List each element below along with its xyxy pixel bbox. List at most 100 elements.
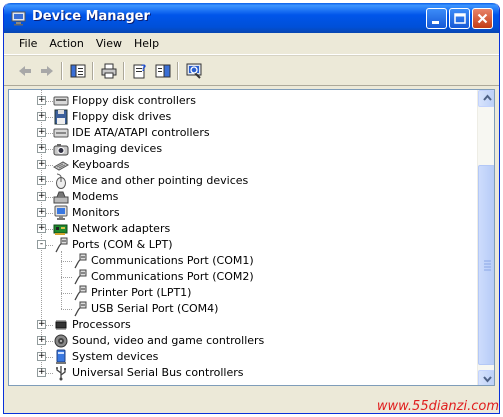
- collapse-toggle[interactable]: -: [37, 240, 46, 249]
- tree-category-row[interactable]: + Floppy disk controllers: [9, 93, 469, 109]
- toolbar-separator: [123, 62, 125, 80]
- tree-category-row[interactable]: + Floppy disk drives: [9, 109, 469, 125]
- tree-device-row[interactable]: Communications Port (COM2): [9, 269, 469, 285]
- vertical-scrollbar[interactable]: [477, 90, 494, 385]
- floppy-drive-icon: [53, 109, 69, 125]
- device-label: Communications Port (COM1): [91, 254, 254, 267]
- minimize-button[interactable]: [426, 8, 447, 29]
- expand-toggle[interactable]: +: [37, 176, 46, 185]
- device-label: Communications Port (COM2): [91, 270, 254, 283]
- expand-toggle[interactable]: +: [37, 320, 46, 329]
- tree-category-row[interactable]: + Universal Serial Bus controllers: [9, 365, 469, 381]
- category-label: Modems: [72, 190, 119, 203]
- port-icon: [72, 301, 88, 317]
- menu-bar: File Action View Help: [4, 33, 499, 55]
- device-manager-window: Device Manager File Action View Help ? +…: [3, 3, 500, 414]
- tree-category-row[interactable]: + Monitors: [9, 205, 469, 221]
- expand-toggle[interactable]: +: [37, 192, 46, 201]
- category-label: Imaging devices: [72, 142, 163, 155]
- show-hide-tree-icon[interactable]: [67, 61, 89, 81]
- scroll-up-button[interactable]: [478, 90, 494, 107]
- title-bar[interactable]: Device Manager: [4, 3, 499, 33]
- window-title: Device Manager: [32, 9, 150, 24]
- expand-toggle[interactable]: +: [37, 160, 46, 169]
- category-label: Monitors: [72, 206, 120, 219]
- expand-toggle[interactable]: +: [37, 336, 46, 345]
- category-label: Processors: [72, 318, 131, 331]
- tree-category-row[interactable]: + Network adapters: [9, 221, 469, 237]
- menu-action[interactable]: Action: [43, 33, 89, 55]
- print-icon[interactable]: [98, 61, 120, 81]
- tree-branch-line: [61, 293, 72, 294]
- category-label: Universal Serial Bus controllers: [72, 366, 244, 379]
- port-icon: [53, 237, 69, 253]
- device-label: USB Serial Port (COM4): [91, 302, 219, 315]
- monitor-icon: [53, 205, 69, 221]
- port-icon: [72, 269, 88, 285]
- back-icon[interactable]: [14, 61, 36, 81]
- tree-category-row[interactable]: + IDE ATA/ATAPI controllers: [9, 125, 469, 141]
- maximize-button[interactable]: [449, 8, 470, 29]
- tree-category-row[interactable]: + Imaging devices: [9, 141, 469, 157]
- scan-hardware-icon[interactable]: [183, 61, 205, 81]
- ide-controller-icon: [53, 125, 69, 141]
- tree-branch-line: [61, 309, 72, 310]
- menu-view[interactable]: View: [90, 33, 128, 55]
- category-label: Keyboards: [72, 158, 130, 171]
- scroll-thumb[interactable]: [478, 165, 494, 365]
- toolbar-separator: [61, 62, 63, 80]
- forward-icon[interactable]: [36, 61, 58, 81]
- toolbar: ?: [4, 55, 499, 86]
- expand-toggle[interactable]: +: [37, 96, 46, 105]
- category-label: Floppy disk drives: [72, 110, 172, 123]
- svg-text:?: ?: [141, 64, 146, 74]
- tree-category-row[interactable]: + Keyboards: [9, 157, 469, 173]
- imaging-icon: [53, 141, 69, 157]
- expand-toggle[interactable]: +: [37, 352, 46, 361]
- tree-device-row[interactable]: Communications Port (COM1): [9, 253, 469, 269]
- category-label: Network adapters: [72, 222, 171, 235]
- tree-category-row[interactable]: + Mice and other pointing devices: [9, 173, 469, 189]
- sound-icon: [53, 333, 69, 349]
- tree-category-row[interactable]: - Ports (COM & LPT): [9, 237, 469, 253]
- expand-toggle[interactable]: +: [37, 112, 46, 121]
- expand-toggle[interactable]: +: [37, 224, 46, 233]
- processor-icon: [53, 317, 69, 333]
- toolbar-separator: [177, 62, 179, 80]
- device-tree: + Floppy disk controllers + Floppy disk dri…: [9, 90, 479, 385]
- device-tree-panel[interactable]: + Floppy disk controllers + Floppy disk dri…: [8, 89, 495, 386]
- device-manager-icon: [11, 10, 27, 26]
- expand-toggle[interactable]: +: [37, 128, 46, 137]
- close-button[interactable]: [472, 8, 493, 29]
- mouse-icon: [53, 173, 69, 189]
- port-icon: [72, 253, 88, 269]
- tree-category-row[interactable]: + System devices: [9, 349, 469, 365]
- usb-icon: [53, 365, 69, 381]
- expand-toggle[interactable]: +: [37, 144, 46, 153]
- category-label: System devices: [72, 350, 159, 363]
- tree-branch-line: [61, 261, 72, 262]
- tree-branch-line: [61, 277, 72, 278]
- toolbar-separator: [92, 62, 94, 80]
- keyboard-icon: [53, 157, 69, 173]
- device-label: Printer Port (LPT1): [91, 286, 192, 299]
- system-device-icon: [53, 349, 69, 365]
- tree-device-row[interactable]: USB Serial Port (COM4): [9, 301, 469, 317]
- port-icon: [72, 285, 88, 301]
- category-label: Mice and other pointing devices: [72, 174, 249, 187]
- properties-icon[interactable]: ?: [129, 61, 151, 81]
- tree-category-row[interactable]: + Sound, video and game controllers: [9, 333, 469, 349]
- help-icon[interactable]: [152, 61, 174, 81]
- scroll-down-button[interactable]: [478, 370, 494, 385]
- tree-category-row[interactable]: + Processors: [9, 317, 469, 333]
- menu-help[interactable]: Help: [128, 33, 165, 55]
- tree-category-row[interactable]: + Modems: [9, 189, 469, 205]
- category-label: Floppy disk controllers: [72, 94, 196, 107]
- category-label: Ports (COM & LPT): [72, 238, 173, 251]
- menu-file[interactable]: File: [13, 33, 43, 55]
- expand-toggle[interactable]: +: [37, 208, 46, 217]
- modem-icon: [53, 189, 69, 205]
- expand-toggle[interactable]: +: [37, 368, 46, 377]
- network-adapter-icon: [53, 221, 69, 237]
- tree-device-row[interactable]: Printer Port (LPT1): [9, 285, 469, 301]
